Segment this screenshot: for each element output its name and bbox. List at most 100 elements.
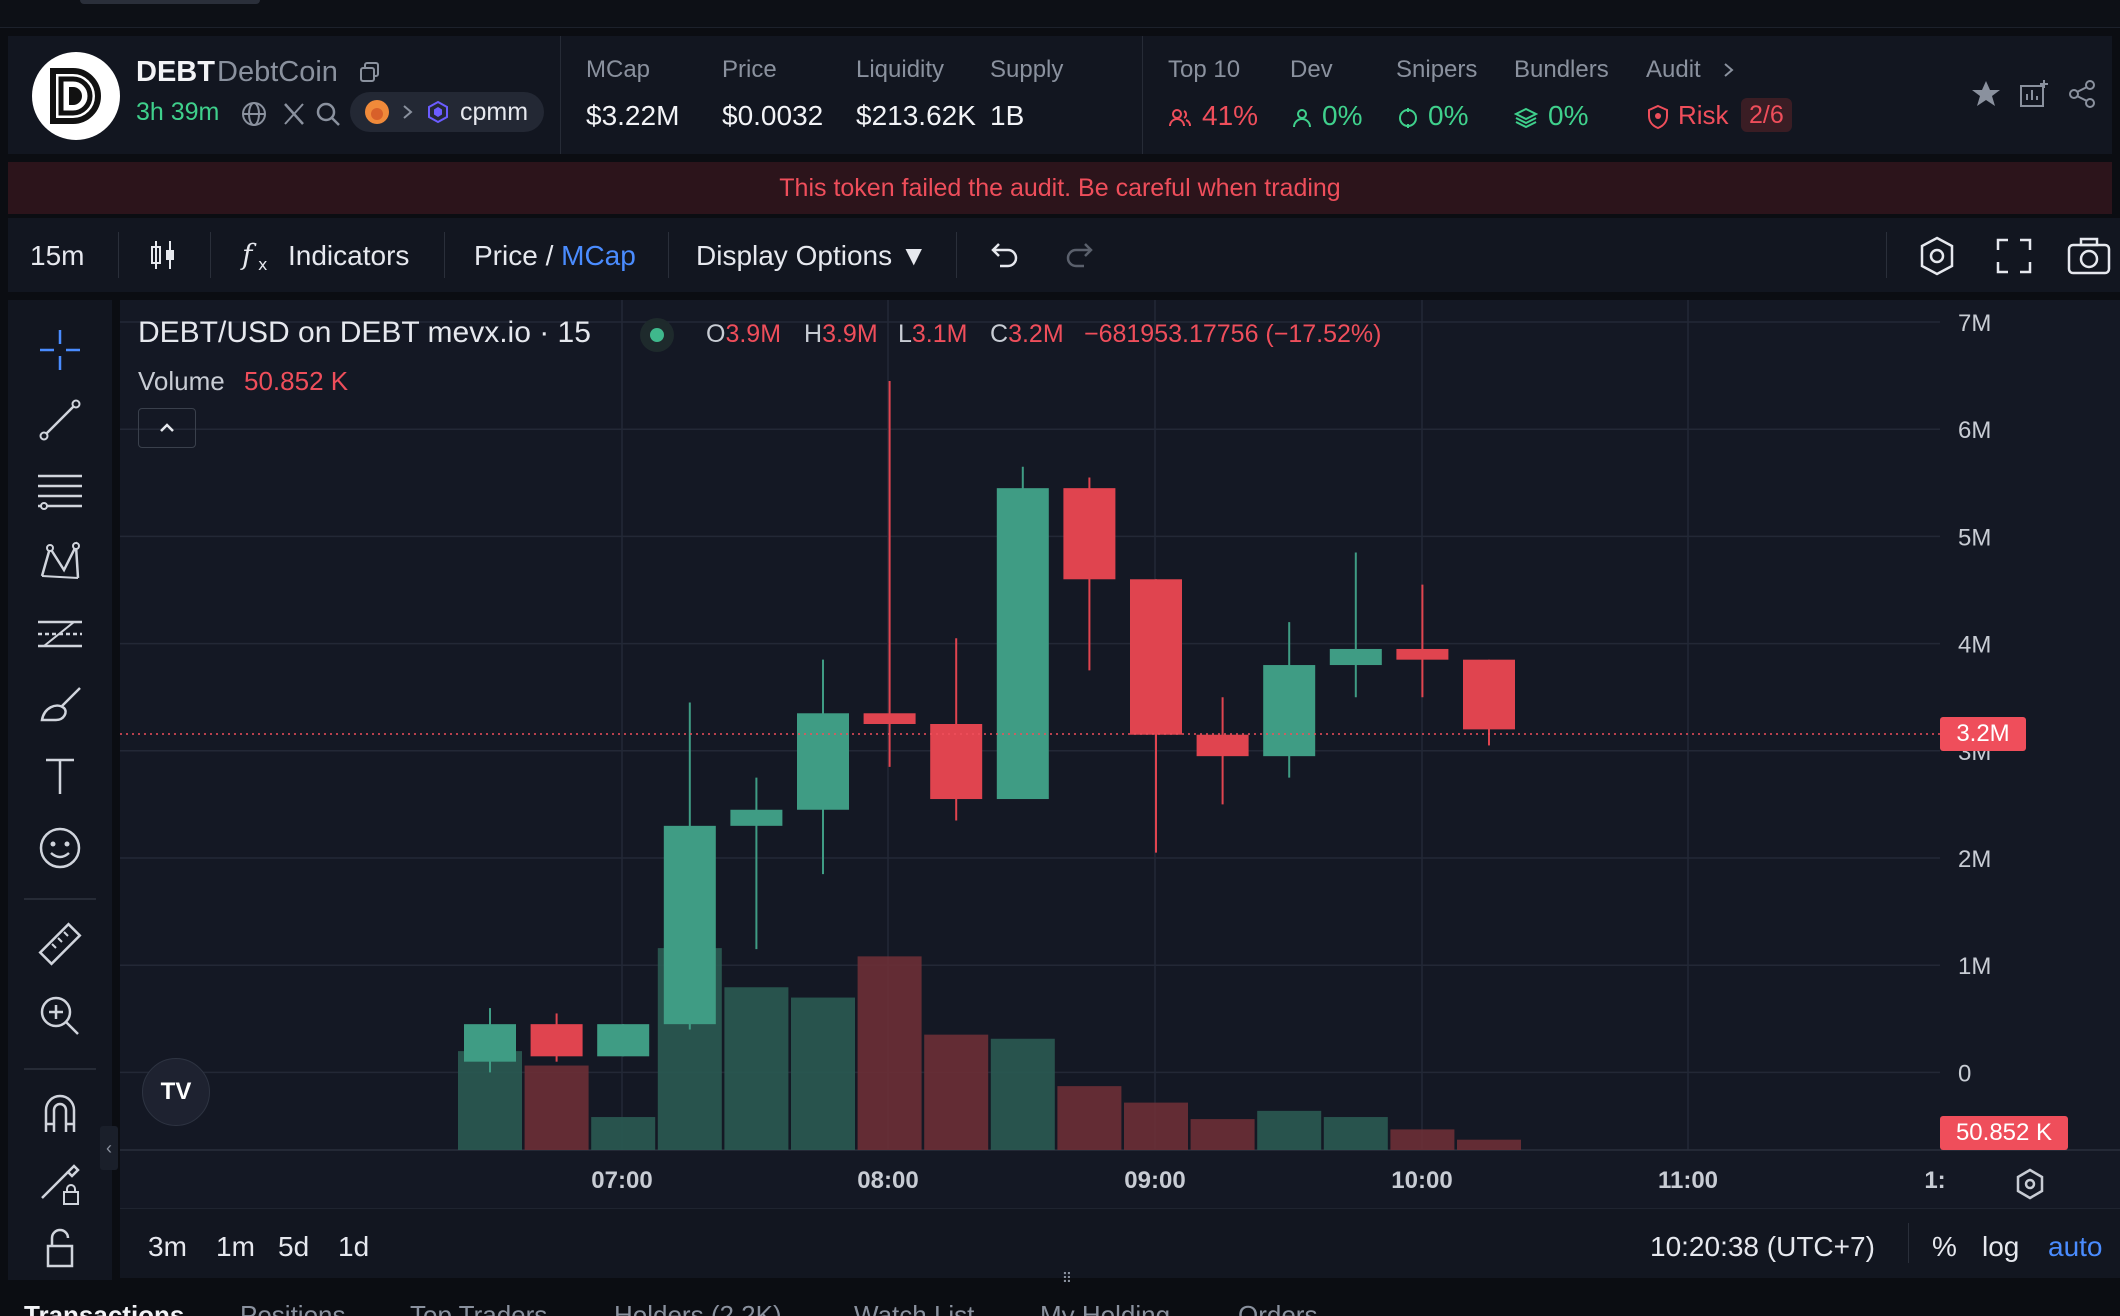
y-tick-label: 0 — [1958, 1060, 1971, 1087]
emoji-tool[interactable] — [34, 822, 86, 874]
chart-add-icon[interactable] — [2018, 78, 2050, 110]
x-tick-label: 07:00 — [591, 1167, 652, 1194]
x-tick-label: 09:00 — [1124, 1167, 1185, 1194]
volume-bar — [1124, 1102, 1188, 1150]
interval-button[interactable]: 15m — [30, 240, 84, 272]
range-1m[interactable]: 1m — [216, 1231, 255, 1263]
camera-icon[interactable] — [2066, 236, 2112, 276]
y-tick-label: 7M — [1958, 310, 1991, 337]
raydium-icon — [428, 100, 448, 124]
zoom-tool[interactable] — [34, 990, 86, 1042]
mcap-toggle-label[interactable]: MCap — [561, 240, 636, 271]
projection-tool[interactable] — [34, 608, 86, 660]
candle-body — [1063, 488, 1116, 580]
token-header: DEBT DebtCoin 3h 39m cpmm MCap $3.22M Pr… — [8, 36, 2112, 154]
star-icon[interactable] — [1970, 78, 2002, 110]
function-fx-icon[interactable]: fx — [240, 238, 280, 274]
brush-tool[interactable] — [34, 680, 86, 732]
snipers-label: Snipers — [1396, 56, 1478, 83]
risk-label: Risk — [1678, 100, 1729, 130]
display-options-button[interactable]: Display Options ▼ — [696, 240, 928, 272]
tab-watch-list[interactable]: Watch List — [854, 1300, 974, 1316]
log-scale-toggle[interactable]: log — [1982, 1231, 2019, 1263]
lock-drawing-tool[interactable] — [34, 1158, 86, 1210]
crosshair-tool[interactable] — [34, 324, 86, 376]
supply-value: 1B — [990, 100, 1025, 131]
price-label: Price — [722, 56, 777, 83]
ruler-tool[interactable] — [34, 918, 86, 970]
dev-value: 0% — [1322, 100, 1363, 131]
website-globe-icon[interactable] — [240, 100, 268, 128]
y-tick-label: 2M — [1958, 846, 1991, 873]
copy-icon[interactable] — [358, 60, 382, 84]
tab-top-traders[interactable]: Top Traders — [410, 1300, 547, 1316]
pattern-tool[interactable] — [34, 536, 86, 588]
tab-transactions[interactable]: Transactions — [24, 1300, 184, 1316]
tab-orders[interactable]: Orders — [1238, 1300, 1317, 1316]
range-3m[interactable]: 3m — [148, 1231, 187, 1263]
snipers-value: 0% — [1428, 100, 1469, 131]
tab-positions[interactable]: Positions — [240, 1300, 346, 1316]
candle-body — [597, 1024, 650, 1057]
percent-scale-toggle[interactable]: % — [1932, 1231, 1957, 1263]
candles-icon[interactable] — [146, 238, 180, 272]
unlock-tool[interactable] — [34, 1220, 86, 1272]
trendline-tool[interactable] — [34, 394, 86, 446]
current-volume-tag: 50.852 K — [1940, 1116, 2068, 1150]
x-twitter-icon[interactable] — [280, 100, 308, 128]
volume-label: Volume — [138, 366, 225, 396]
crosshair-icon — [1399, 108, 1417, 128]
shield-icon — [1648, 104, 1668, 130]
pool-pill[interactable]: cpmm — [350, 92, 544, 132]
candle-body — [996, 488, 1049, 800]
candle-body — [797, 713, 849, 810]
fullscreen-icon[interactable] — [1994, 236, 2034, 276]
bundlers-label: Bundlers — [1514, 56, 1609, 83]
audit-label[interactable]: Audit — [1646, 56, 1701, 84]
indicators-button[interactable]: Indicators — [288, 240, 409, 272]
tab-my-holding[interactable]: My Holding — [1040, 1300, 1170, 1316]
candle-body — [1263, 665, 1316, 757]
candle-body — [1130, 579, 1182, 735]
magnet-tool[interactable] — [34, 1088, 86, 1140]
search-icon[interactable] — [314, 100, 342, 128]
crosshair-tool-icon — [40, 330, 80, 370]
price-value: $0.0032 — [722, 100, 824, 131]
toolbar-separator — [1886, 232, 1887, 278]
settings-gear-icon[interactable] — [1914, 234, 1960, 278]
undo-icon[interactable] — [986, 240, 1020, 270]
text-tool[interactable] — [34, 750, 86, 802]
legend-symbol: DEBT/USD on DEBT mevx.io · 15 — [138, 316, 591, 349]
price-toggle-label[interactable]: Price — [474, 240, 538, 271]
layers-icon — [1514, 107, 1538, 129]
candlestick-chart[interactable]: 7M6M5M4M3M2M1M007:00 08:00 09:00 10:00 11:00… — [120, 300, 2120, 1208]
mcap-value: $3.22M — [586, 100, 680, 131]
chevron-right-icon[interactable] — [1720, 58, 1738, 82]
collapse-toolbar-button[interactable]: ‹ — [100, 1126, 118, 1170]
tab-holders[interactable]: Holders (2.2K) — [614, 1300, 782, 1316]
top-strip — [0, 0, 2120, 28]
collapse-legend-button[interactable] — [138, 408, 196, 448]
range-1d[interactable]: 1d — [338, 1231, 369, 1263]
price-mcap-toggle[interactable]: Price / MCap — [474, 240, 636, 272]
current-price-tag: 3.2M — [1940, 717, 2026, 751]
auto-scale-toggle[interactable]: auto — [2048, 1231, 2103, 1263]
share-icon[interactable] — [2066, 78, 2098, 110]
range-5d[interactable]: 5d — [278, 1231, 309, 1263]
candle-body — [464, 1024, 516, 1062]
toolbar-separator — [956, 232, 957, 278]
bottom-tabs: Transactions Positions Top Traders Holde… — [0, 1282, 2120, 1316]
tradingview-logo[interactable]: TV — [142, 1058, 210, 1126]
candle-body — [730, 809, 783, 826]
redo-icon[interactable] — [1064, 240, 1098, 270]
risk-badge: 2/6 — [1741, 98, 1792, 132]
chart-bottom-bar: 3m 1m 5d 1d 10:20:38 (UTC+7) % log auto — [120, 1208, 2120, 1278]
trading-app: DEBT DebtCoin 3h 39m cpmm MCap $3.22M Pr… — [0, 0, 2120, 1316]
candle-body — [1196, 734, 1249, 757]
chart-clock[interactable]: 10:20:38 (UTC+7) — [1650, 1231, 1875, 1263]
fib-lines-tool[interactable] — [34, 464, 86, 516]
ohlc-close: C3.2M — [990, 320, 1064, 349]
ohlc-low: L3.1M — [898, 320, 968, 349]
chart-area[interactable]: 7M 6M 5M 4M 3M 2M 1M 0 07:00 08:00 09:00 10:00 11:00… — [120, 300, 2120, 1260]
high-key: H — [804, 320, 823, 348]
